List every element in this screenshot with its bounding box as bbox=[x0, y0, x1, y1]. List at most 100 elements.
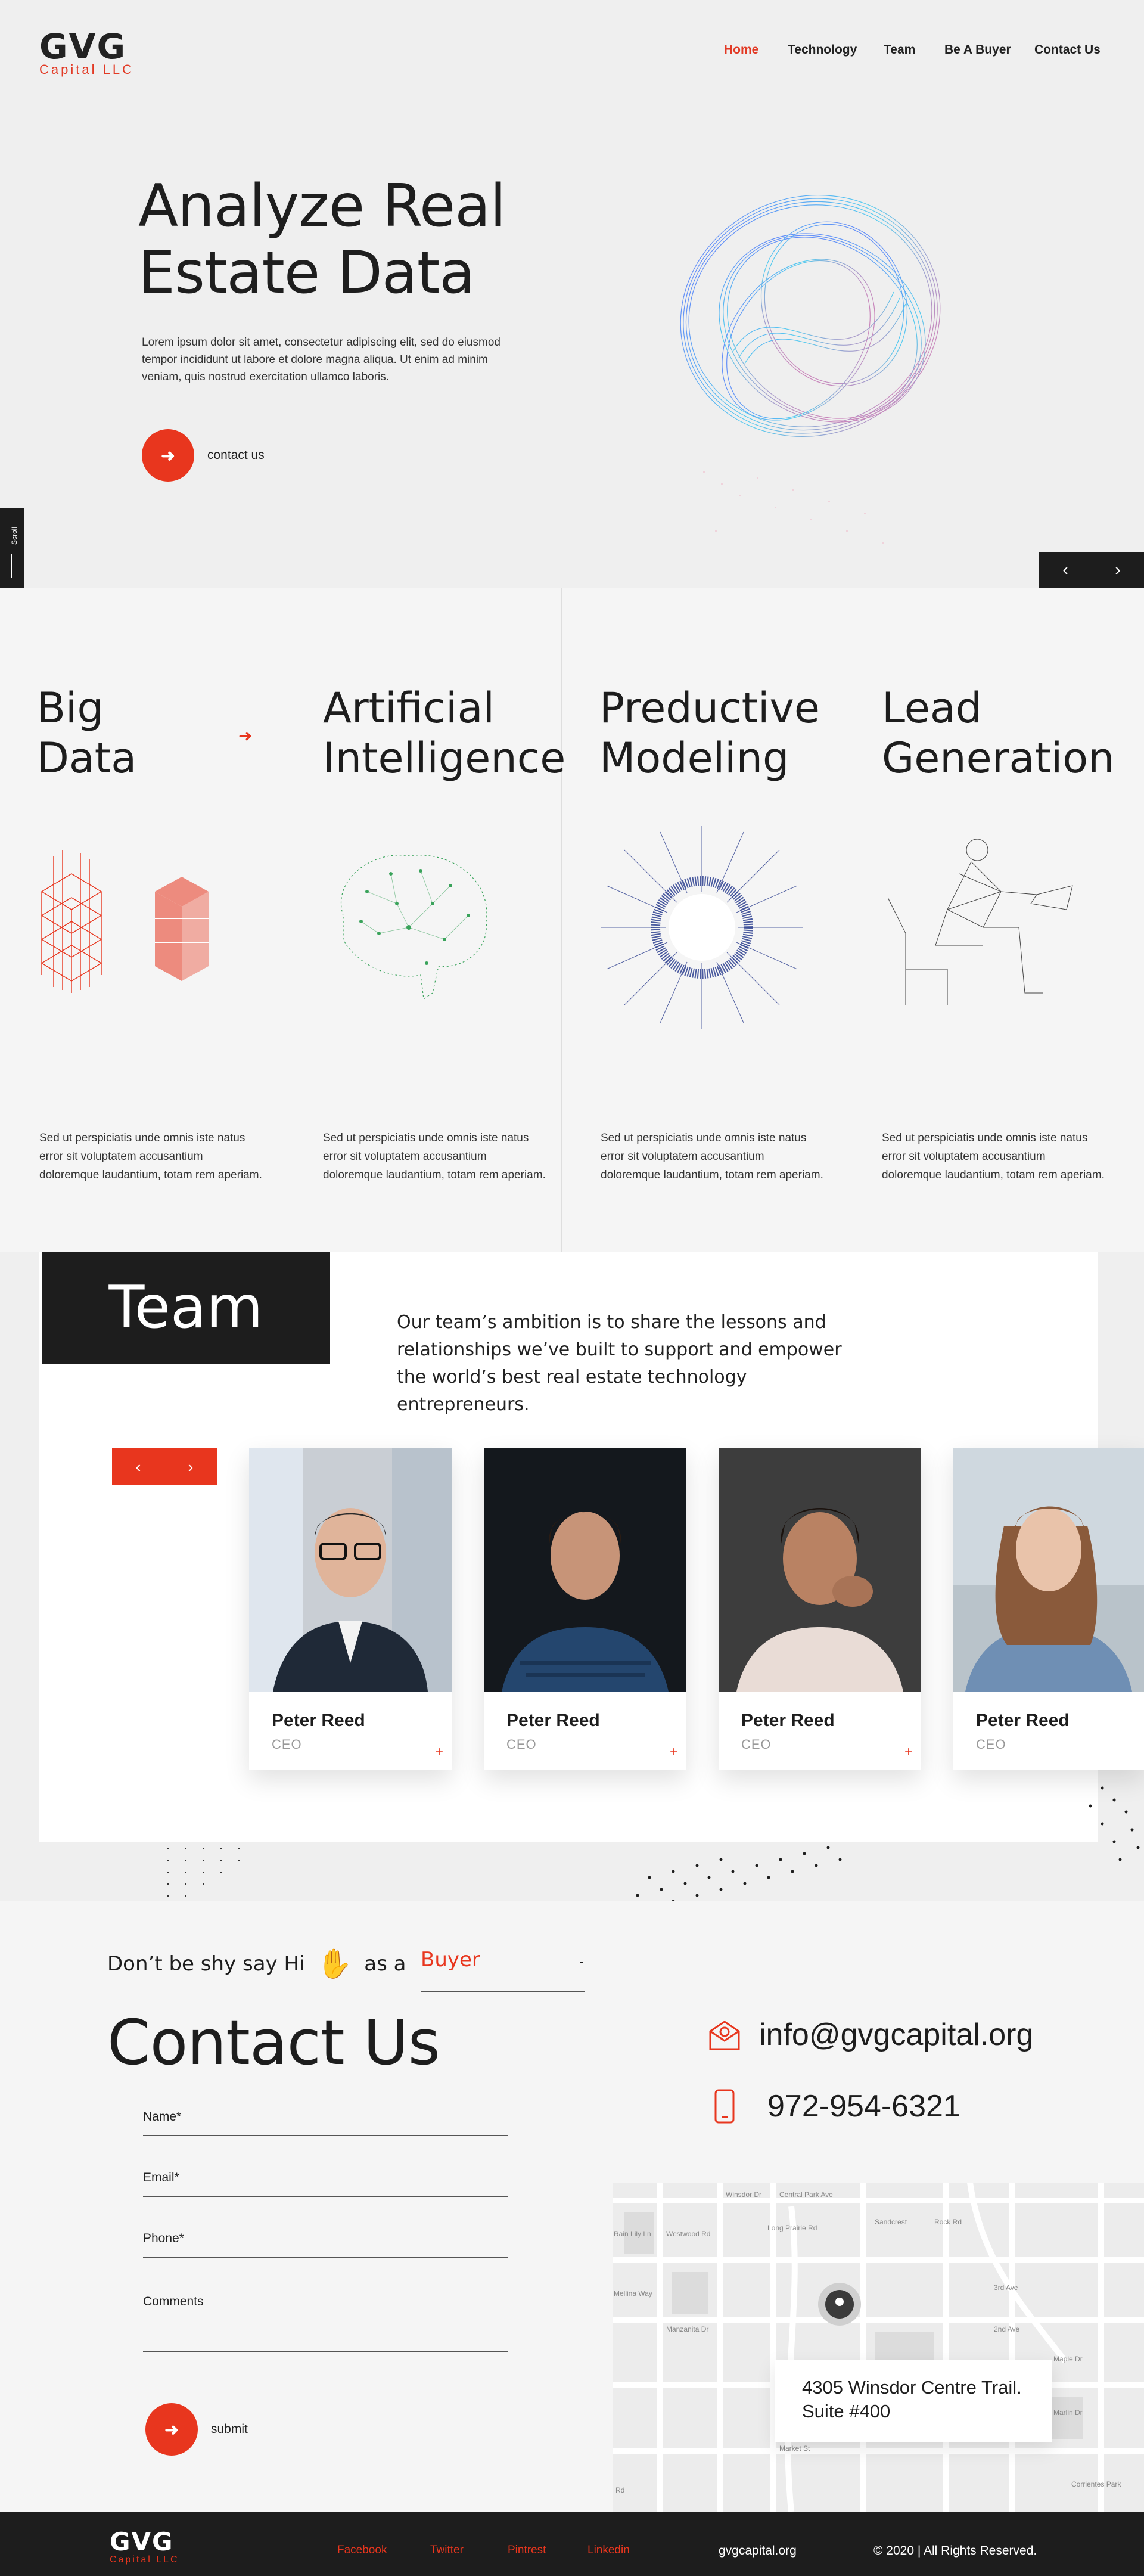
phone-label: Phone* bbox=[143, 2232, 184, 2245]
map-label: 2nd Ave bbox=[994, 2325, 1019, 2333]
brain-illustration bbox=[340, 855, 487, 1000]
nav-technology[interactable]: Technology bbox=[788, 43, 857, 57]
address-line2: Suite #400 bbox=[802, 2401, 891, 2422]
map-label: Mellina Way bbox=[614, 2289, 652, 2298]
as-a-text: as a bbox=[364, 1951, 406, 1976]
burst-illustration bbox=[601, 826, 803, 1029]
arrow-right-icon: ➜ bbox=[145, 2403, 198, 2456]
footer-link-twitter[interactable]: Twitter bbox=[430, 2544, 464, 2557]
brand-logo[interactable]: GVG Capital LLC bbox=[39, 26, 134, 77]
map-label: Maple Dr bbox=[1053, 2355, 1083, 2363]
email-row[interactable]: info@gvgcapital.org bbox=[707, 2017, 1033, 2053]
service-title: Preductive Modeling bbox=[599, 683, 820, 783]
hero-title: Analyze Real Estate Data bbox=[138, 173, 506, 306]
member-name: Peter Reed bbox=[272, 1711, 365, 1730]
map-label: Market St bbox=[779, 2444, 810, 2453]
nav-home[interactable]: Home bbox=[724, 43, 758, 57]
footer-site[interactable]: gvgcapital.org bbox=[719, 2544, 797, 2558]
map-label: Westwood Rd bbox=[666, 2230, 710, 2238]
address-card: 4305 Winsdor Centre Trail. Suite #400 bbox=[775, 2360, 1052, 2442]
plus-icon[interactable]: + bbox=[904, 1744, 913, 1761]
nav-be-a-buyer[interactable]: Be A Buyer bbox=[944, 43, 1011, 57]
hero-description: Lorem ipsum dolor sit amet, consectetur … bbox=[142, 336, 500, 383]
member-role: CEO bbox=[741, 1737, 772, 1752]
map-label: Rain Lily Ln bbox=[614, 2230, 651, 2238]
footer-link-facebook[interactable]: Facebook bbox=[337, 2544, 387, 2557]
chevron-left-icon[interactable]: ‹ bbox=[1039, 552, 1092, 588]
hero-abstract-graphic bbox=[680, 194, 941, 544]
member-name: Peter Reed bbox=[741, 1711, 835, 1730]
member-role: CEO bbox=[506, 1737, 537, 1752]
service-title: Lead Generation bbox=[882, 683, 1115, 783]
chevron-left-icon[interactable]: ‹ bbox=[112, 1448, 164, 1485]
service-big-data[interactable]: Big Data ➜ Sed ut perspiciatis unde omni… bbox=[0, 588, 290, 1252]
member-role: CEO bbox=[976, 1737, 1006, 1752]
scroll-indicator[interactable]: Scroll bbox=[0, 508, 24, 588]
phone-icon bbox=[714, 2089, 735, 2124]
chevron-down-icon: - bbox=[579, 1954, 584, 1970]
plus-icon[interactable]: + bbox=[435, 1744, 443, 1761]
service-title-line1: Preductive bbox=[599, 684, 820, 733]
map-label: Long Prairie Rd bbox=[767, 2224, 817, 2232]
team-member-card[interactable]: Peter Reed CEO bbox=[953, 1448, 1144, 1770]
contact-email: info@gvgcapital.org bbox=[759, 2018, 1034, 2052]
services-section: Big Data ➜ Sed ut perspiciatis unde omni… bbox=[0, 588, 1144, 1252]
member-photo bbox=[719, 1448, 921, 1692]
location-map[interactable]: Winsdor Dr Central Park Ave Rain Lily Ln… bbox=[613, 2183, 1144, 2512]
hero-contact-label: contact us bbox=[207, 448, 265, 462]
service-artificial-intelligence[interactable]: Artificial Intelligence Sed ut perspicia… bbox=[290, 588, 566, 1252]
member-photo bbox=[249, 1448, 452, 1692]
service-description: Sed ut perspiciatis unde omnis iste natu… bbox=[882, 1132, 1105, 1181]
chevron-right-icon[interactable]: › bbox=[164, 1448, 217, 1485]
email-field[interactable] bbox=[143, 2196, 508, 2197]
service-preductive-modeling[interactable]: Preductive Modeling Sed ut perspiciatis … bbox=[561, 588, 843, 1252]
member-role: CEO bbox=[272, 1737, 302, 1752]
footer-logo[interactable]: GVG Capital LLC bbox=[110, 2530, 179, 2565]
chevron-right-icon[interactable]: › bbox=[1092, 552, 1144, 588]
map-label: Winsdor Dr bbox=[726, 2190, 761, 2199]
phone-row[interactable]: 972-954-6321 bbox=[713, 2088, 960, 2124]
team-member-card[interactable]: Peter Reed CEO + bbox=[484, 1448, 686, 1770]
service-title: Big Data bbox=[37, 683, 136, 783]
member-name: Peter Reed bbox=[506, 1711, 600, 1730]
footer-link-pintrest[interactable]: Pintrest bbox=[508, 2544, 546, 2557]
footer: GVG Capital LLC Facebook Twitter Pintres… bbox=[0, 2512, 1144, 2576]
address-line1: 4305 Winsdor Centre Trail. bbox=[802, 2377, 1022, 2398]
scroll-label: Scroll bbox=[10, 526, 19, 545]
plus-icon[interactable]: + bbox=[670, 1744, 678, 1761]
team-member-card[interactable]: Peter Reed CEO + bbox=[719, 1448, 921, 1770]
map-label: 3rd Ave bbox=[994, 2283, 1018, 2292]
nav-team[interactable]: Team bbox=[884, 43, 915, 57]
team-member-card[interactable]: Peter Reed CEO + bbox=[249, 1448, 452, 1770]
dots-decoration-right bbox=[624, 1786, 1140, 1915]
role-select-value: Buyer bbox=[421, 1948, 480, 1972]
comments-field[interactable] bbox=[143, 2351, 508, 2352]
service-description: Sed ut perspiciatis unde omnis iste natu… bbox=[601, 1132, 823, 1181]
hero-title-line1: Analyze Real bbox=[138, 172, 506, 240]
map-label: Sandcrest bbox=[875, 2218, 907, 2226]
name-field[interactable] bbox=[143, 2135, 508, 2136]
hero-contact-button[interactable]: ➜ contact us bbox=[142, 429, 265, 482]
role-select[interactable]: Buyer - bbox=[421, 1945, 585, 1992]
phone-field[interactable] bbox=[143, 2257, 508, 2258]
footer-link-linkedin[interactable]: Linkedin bbox=[587, 2544, 630, 2557]
service-title-line1: Artificial bbox=[323, 684, 495, 733]
submit-button[interactable]: ➜ submit bbox=[145, 2403, 248, 2456]
footer-logo-subtitle: Capital LLC bbox=[110, 2555, 179, 2565]
contact-heading: Contact Us bbox=[107, 2006, 440, 2079]
team-slider-controls: ‹ › bbox=[112, 1448, 217, 1485]
service-title-line1: Big bbox=[37, 684, 104, 733]
map-label: Marlin Dr bbox=[1053, 2409, 1083, 2417]
service-lead-generation[interactable]: Lead Generation Sed ut perspiciatis unde… bbox=[843, 588, 1144, 1252]
service-title-line2: Data bbox=[37, 734, 137, 783]
arrow-right-icon[interactable]: ➜ bbox=[238, 726, 252, 746]
service-description: Sed ut perspiciatis unde omnis iste natu… bbox=[323, 1132, 546, 1181]
comments-label: Comments bbox=[143, 2295, 204, 2308]
nav-contact-us[interactable]: Contact Us bbox=[1034, 43, 1101, 57]
service-title-line2: Intelligence bbox=[323, 734, 566, 783]
arrow-right-icon: ➜ bbox=[142, 429, 194, 482]
email-icon bbox=[709, 2021, 740, 2050]
service-title-line2: Modeling bbox=[599, 734, 789, 783]
map-label: Central Park Ave bbox=[779, 2190, 833, 2199]
map-label: Manzanita Dr bbox=[666, 2325, 708, 2333]
